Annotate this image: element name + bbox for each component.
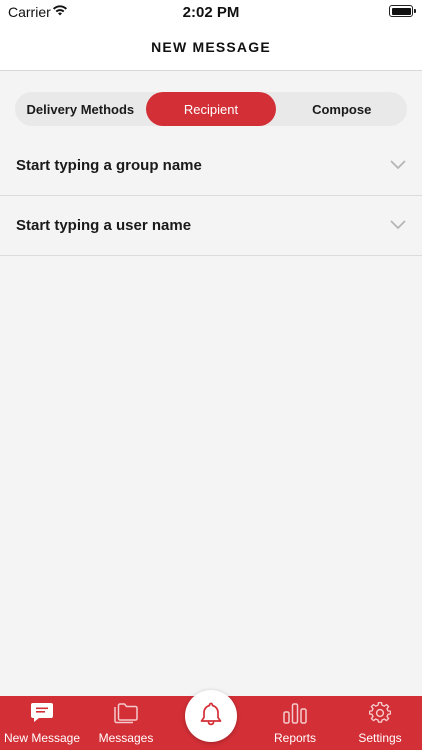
navigation-bar: NEW MESSAGE — [0, 24, 422, 71]
user-name-placeholder: Start typing a user name — [16, 217, 192, 234]
tab-label: Messages — [98, 731, 154, 745]
segment-label: Delivery Methods — [26, 101, 135, 117]
segment-compose[interactable]: Compose — [276, 92, 407, 126]
tab-messages[interactable]: Messages — [84, 696, 168, 750]
user-name-field[interactable]: Start typing a user name — [0, 196, 422, 256]
segment-delivery-methods[interactable]: Delivery Methods — [15, 92, 146, 126]
chevron-down-icon — [390, 217, 406, 235]
bell-icon — [199, 701, 223, 732]
status-time: 2:02 PM — [182, 4, 240, 21]
tab-new-message[interactable]: New Message — [0, 696, 84, 750]
page-title: NEW MESSAGE — [151, 39, 271, 55]
segment-recipient[interactable]: Recipient — [145, 92, 277, 126]
gear-icon — [368, 701, 392, 727]
tab-label: Settings — [358, 731, 402, 745]
tab-label: Reports — [273, 731, 317, 745]
chevron-down-icon — [390, 157, 406, 175]
tab-settings[interactable]: Settings — [338, 696, 422, 750]
tab-label: New Message — [3, 731, 81, 745]
segment-label: Recipient — [183, 101, 239, 117]
tab-reports[interactable]: Reports — [253, 696, 337, 750]
folder-icon — [113, 702, 139, 727]
group-name-placeholder: Start typing a group name — [16, 157, 202, 174]
bar-chart-icon — [282, 702, 308, 727]
group-name-field[interactable]: Start typing a group name — [0, 136, 422, 196]
battery-icon — [389, 5, 416, 17]
compose-icon — [30, 702, 54, 727]
status-bar: Carrier 2:02 PM — [0, 0, 422, 24]
send-alert-button[interactable] — [185, 690, 237, 742]
recipient-list: Start typing a group name Start typing a… — [0, 136, 422, 256]
segment-label: Compose — [312, 101, 372, 117]
step-segmented-control: Delivery Methods Recipient Compose — [15, 92, 407, 126]
